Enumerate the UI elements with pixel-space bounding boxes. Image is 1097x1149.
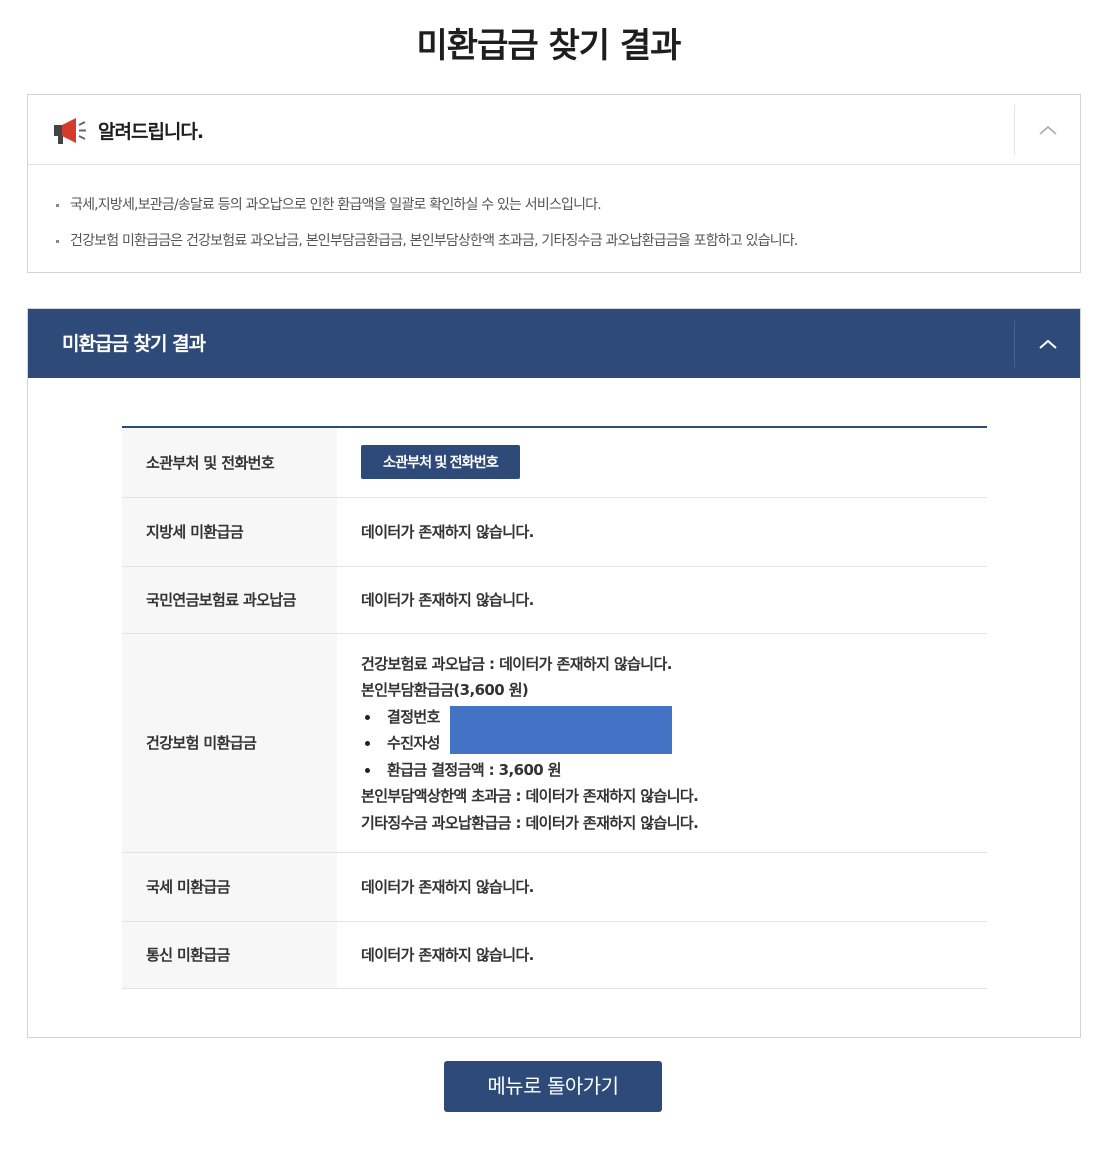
refund-amount-item: 환급금 결정금액 : 3,600 원 — [361, 757, 987, 784]
back-to-menu-button[interactable]: 메뉴로 돌아가기 — [444, 1061, 662, 1112]
notice-title: 알려드립니다. — [98, 121, 204, 143]
notice-header: 알려드립니다. — [28, 95, 1080, 165]
notice-panel: 알려드립니다. 국세,지방세,보관금/송달료 등의 과오납으로 인한 환급액을 … — [27, 94, 1081, 273]
notice-line: 건강보험 미환급금은 건강보험료 과오납금, 본인부담금환급금, 본인부담상한액… — [56, 223, 1080, 259]
chevron-up-icon — [1038, 125, 1057, 135]
table-row: 지방세 미환급금 데이터가 존재하지 않습니다. — [122, 497, 987, 567]
row-value-pension: 데이터가 존재하지 않습니다. — [337, 566, 987, 634]
row-label-telecom: 통신 미환급금 — [122, 921, 337, 989]
notice-line: 국세,지방세,보관금/송달료 등의 과오납으로 인한 환급액을 일괄로 확인하실… — [56, 187, 1080, 223]
redaction-box — [450, 706, 672, 754]
result-title: 미환급금 찾기 결과 — [62, 333, 206, 355]
health-refund-line: 본인부담환급금(3,600 원) — [361, 681, 529, 700]
row-label-pension: 국민연금보험료 과오납금 — [122, 566, 337, 634]
health-other-line: 기타징수금 과오납환급금 : 데이터가 존재하지 않습니다. — [361, 813, 699, 832]
table-row: 통신 미환급금 데이터가 존재하지 않습니다. — [122, 921, 987, 989]
health-cap-excess-line: 본인부담액상한액 초과금 : 데이터가 존재하지 않습니다. — [361, 787, 699, 806]
row-value-national-tax: 데이터가 존재하지 않습니다. — [337, 852, 987, 922]
row-label-health: 건강보험 미환급금 — [122, 633, 337, 853]
row-label-dept: 소관부처 및 전화번호 — [122, 427, 337, 498]
row-label-local-tax: 지방세 미환급금 — [122, 497, 337, 567]
row-value-telecom: 데이터가 존재하지 않습니다. — [337, 921, 987, 989]
notice-body: 국세,지방세,보관금/송달료 등의 과오납으로 인한 환급액을 일괄로 확인하실… — [28, 165, 1080, 259]
dept-phone-button[interactable]: 소관부처 및 전화번호 — [361, 445, 520, 480]
chevron-up-icon — [1038, 339, 1057, 349]
table-row: 국세 미환급금 데이터가 존재하지 않습니다. — [122, 852, 987, 922]
row-value-dept: 소관부처 및 전화번호 — [337, 427, 987, 498]
health-overpay-line: 건강보험료 과오납금 : 데이터가 존재하지 않습니다. — [361, 654, 672, 673]
notice-collapse-button[interactable] — [1014, 105, 1080, 155]
result-collapse-button[interactable] — [1014, 321, 1080, 367]
megaphone-icon — [52, 115, 88, 147]
row-value-local-tax: 데이터가 존재하지 않습니다. — [337, 497, 987, 567]
result-panel: 미환급금 찾기 결과 소관부처 및 전화번호 소관부처 및 전화번호 지방세 미… — [27, 308, 1081, 1038]
table-row: 소관부처 및 전화번호 소관부처 및 전화번호 — [122, 427, 987, 498]
page-title: 미환급금 찾기 결과 — [416, 26, 682, 66]
table-row: 국민연금보험료 과오납금 데이터가 존재하지 않습니다. — [122, 566, 987, 634]
row-label-national-tax: 국세 미환급금 — [122, 852, 337, 922]
result-header: 미환급금 찾기 결과 — [28, 309, 1080, 378]
